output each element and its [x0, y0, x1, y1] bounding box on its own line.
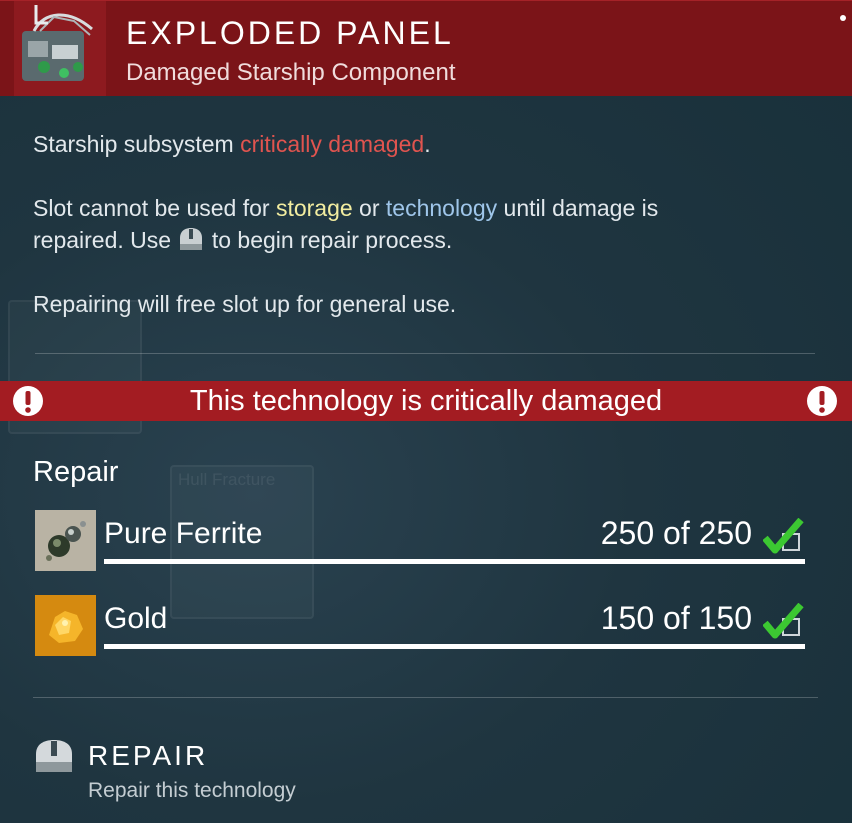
repair-action-description: Repair this technology: [88, 779, 296, 802]
pure-ferrite-icon: [35, 510, 96, 571]
critical-highlight: critically damaged: [240, 131, 425, 157]
storage-highlight: storage: [275, 195, 353, 221]
description-text: .: [424, 131, 431, 157]
exclamation-icon: [806, 385, 838, 417]
description-line-1: Starship subsystem critically damaged.: [33, 128, 813, 160]
banner-text: This technology is critically damaged: [189, 385, 663, 417]
description-line-3: repaired. Use to begin repair process.: [33, 224, 813, 256]
checkmark-icon: [762, 517, 805, 554]
item-subtitle: Damaged Starship Component: [126, 59, 456, 86]
divider: [35, 353, 815, 354]
repair-action-label[interactable]: REPAIR: [88, 740, 208, 772]
repair-section-title: Repair: [33, 456, 119, 488]
mouse-button-icon: [177, 226, 205, 250]
description-text: repaired. Use: [33, 227, 178, 253]
description-line-2: Slot cannot be used for storage or techn…: [33, 192, 813, 224]
description-text: Slot cannot be used for: [33, 195, 276, 221]
item-count: 150 of 150: [600, 600, 752, 636]
indicator-dot: [840, 15, 846, 21]
item-count: 250 of 250: [600, 515, 752, 551]
background-slot-label: Hull Fracture: [178, 470, 276, 489]
description-text: until damage is: [497, 195, 659, 221]
item-header: EXPLODED PANEL Damaged Starship Componen…: [0, 0, 852, 96]
critical-damage-banner: This technology is critically damaged: [0, 381, 852, 421]
item-title: EXPLODED PANEL: [126, 15, 454, 51]
progress-bar-full: [104, 559, 805, 564]
progress-bar-full: [104, 644, 805, 649]
description-text: Starship subsystem: [33, 131, 241, 157]
description-line-4: Repairing will free slot up for general …: [33, 291, 457, 317]
divider: [33, 697, 818, 698]
mouse-button-icon[interactable]: [33, 738, 75, 774]
description-text: to begin repair process.: [205, 227, 453, 253]
item-name: Gold: [104, 602, 168, 635]
exploded-panel-icon: [14, 1, 106, 96]
checkmark-icon: [762, 602, 805, 639]
description-text: or: [352, 195, 386, 221]
item-name: Pure Ferrite: [104, 517, 263, 550]
technology-highlight: technology: [385, 195, 498, 221]
gold-icon: [35, 595, 96, 656]
